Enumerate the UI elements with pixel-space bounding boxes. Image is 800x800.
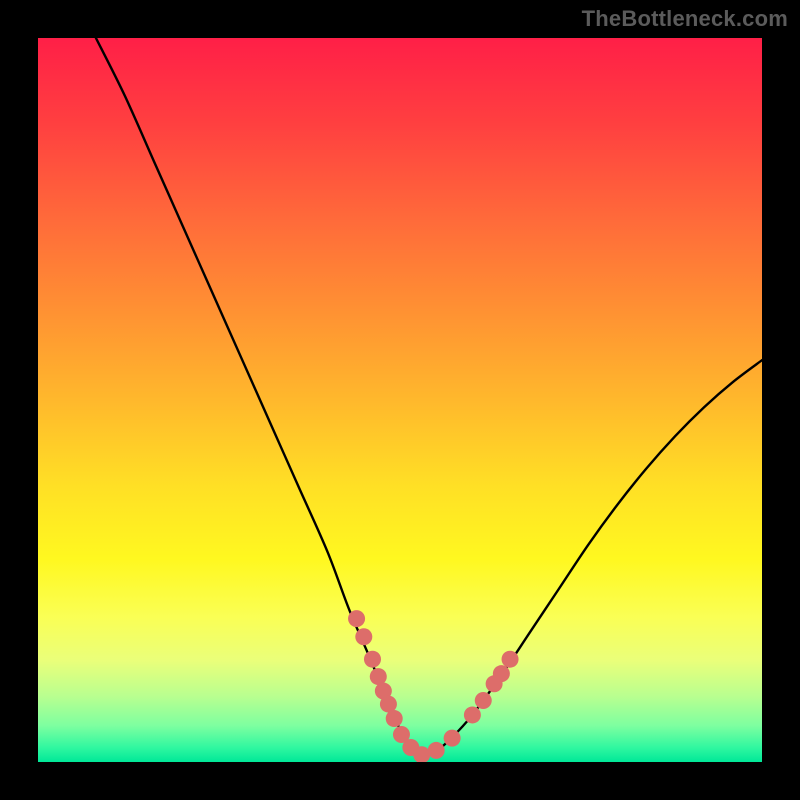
scatter-point: [502, 651, 519, 668]
attribution-label: TheBottleneck.com: [582, 6, 788, 32]
line-series-left: [96, 38, 422, 758]
scatter-point: [386, 710, 403, 727]
scatter-point: [348, 610, 365, 627]
scatter-point: [444, 730, 461, 747]
scatter-point: [475, 692, 492, 709]
chart-svg: [38, 38, 762, 762]
chart-frame: TheBottleneck.com: [0, 0, 800, 800]
scatter-point: [428, 742, 445, 759]
scatter-point: [380, 696, 397, 713]
line-series-right: [422, 360, 762, 758]
scatter-point: [493, 665, 510, 682]
scatter-series: [348, 610, 518, 762]
scatter-point: [464, 706, 481, 723]
scatter-point: [370, 668, 387, 685]
scatter-point: [364, 651, 381, 668]
scatter-point: [355, 628, 372, 645]
